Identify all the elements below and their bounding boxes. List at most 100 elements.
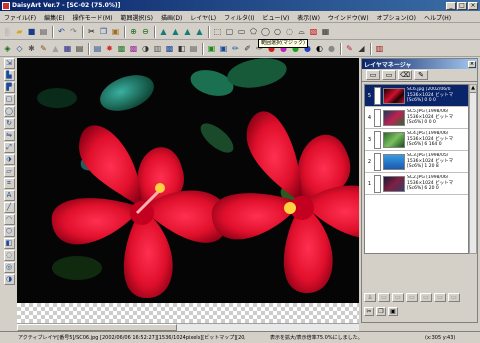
layer-top-icon[interactable]: ▭ — [420, 293, 432, 302]
scroll-thumb[interactable] — [17, 324, 177, 331]
gray-circle-icon[interactable]: ● — [326, 43, 337, 54]
menu-edit[interactable]: 編集(E) — [40, 13, 68, 22]
select-lasso-icon[interactable]: ⌓ — [296, 26, 307, 37]
save-icon[interactable]: ■ — [26, 26, 37, 37]
black-circle-icon[interactable]: ◐ — [314, 43, 325, 54]
layer-row[interactable]: 3 SC4.JPG [1998/06/1536×1024 ビットマ [Sc6%] … — [365, 129, 468, 151]
copy-icon[interactable]: ❐ — [98, 26, 109, 37]
menu-layer[interactable]: レイヤ(L) — [186, 13, 220, 22]
sharpen-icon[interactable]: ◧ — [176, 43, 187, 54]
color-wheel-icon[interactable]: ✸ — [104, 43, 115, 54]
hand-tool-icon[interactable]: ◎ — [3, 262, 15, 273]
layer-row[interactable]: 4 SC5.JPG [1998/06/1536×1024 ビットマ [Sc6%] … — [365, 107, 468, 129]
copy-tool-icon[interactable]: ▛ — [3, 82, 15, 93]
duplicate-layer-icon[interactable]: ▭ — [382, 70, 396, 80]
layer-visibility-toggle[interactable] — [374, 174, 381, 193]
menu-display[interactable]: 表示(W) — [293, 13, 324, 22]
cut-icon[interactable]: ✂ — [86, 26, 97, 37]
layer-down-icon[interactable]: ▭ — [406, 293, 418, 302]
palette-icon[interactable]: ▩ — [116, 43, 127, 54]
zoom-in-icon[interactable]: ⊕ — [128, 26, 139, 37]
menu-options[interactable]: オプション(O) — [373, 13, 420, 22]
open-folder-icon[interactable]: ▰ — [14, 26, 25, 37]
stamp-icon[interactable]: ▲ — [50, 43, 61, 54]
layer-visibility-toggle[interactable] — [374, 108, 381, 127]
ellipse-tool-icon[interactable]: ◯ — [3, 106, 15, 117]
new-layer-icon[interactable]: ▭ — [366, 70, 380, 80]
select-circle-icon[interactable]: ○ — [272, 26, 283, 37]
layer-manager-close-button[interactable]: × — [468, 60, 476, 68]
tools-icon[interactable]: ✱ — [26, 43, 37, 54]
rotate-tool-icon[interactable]: ↻ — [3, 118, 15, 129]
pointer-tool-icon[interactable]: ⇲ — [3, 58, 15, 69]
airbrush-icon[interactable]: ✐ — [242, 43, 253, 54]
select-rect-filled-icon[interactable]: ▢ — [224, 26, 235, 37]
select-clear-icon[interactable]: ▧ — [308, 26, 319, 37]
minimize-button[interactable]: _ — [446, 1, 456, 10]
move-tool-icon[interactable]: ▙ — [3, 70, 15, 81]
scroll-up-icon[interactable]: ▲ — [470, 85, 476, 93]
curve-tool-icon[interactable]: ◠ — [3, 214, 15, 225]
text-tool-icon[interactable]: A — [3, 190, 15, 201]
blur-icon[interactable]: ▤ — [188, 43, 199, 54]
eyedropper-tool-icon[interactable]: ◌ — [3, 250, 15, 261]
menu-window[interactable]: ウインドウ(W) — [324, 13, 373, 22]
rect-tool-icon[interactable]: ▢ — [3, 94, 15, 105]
image-canvas[interactable] — [17, 58, 359, 323]
brightness-icon[interactable]: ▩ — [164, 43, 175, 54]
filter-icon[interactable]: ▥ — [374, 43, 385, 54]
select-poly-icon[interactable]: ⬠ — [248, 26, 259, 37]
magic-wand-icon[interactable]: ▣ — [206, 43, 217, 54]
merge-visible-icon[interactable]: ▭ — [378, 293, 390, 302]
resize-tool-icon[interactable]: ⤢ — [3, 142, 15, 153]
select-rect-icon[interactable]: ⬚ — [212, 26, 223, 37]
layer-row[interactable]: 5 SC6.jpg [2002/06/0 1536×1024 ビットマ [Sc6%]… — [365, 85, 468, 107]
maximize-button[interactable]: □ — [457, 1, 467, 10]
menu-filter[interactable]: フィルタ(I) — [220, 13, 258, 22]
pattern-icon[interactable]: ▦ — [62, 43, 73, 54]
zoom-tool-icon[interactable]: ◑ — [3, 274, 15, 285]
layer-bottom-icon[interactable]: ▭ — [434, 293, 446, 302]
layer-row[interactable]: 2 SC3.JPG [1998/05/1536×1024 ビットマ [Sc6%] … — [365, 151, 468, 173]
print-icon[interactable]: ▤ — [38, 26, 49, 37]
brush-icon[interactable]: ✎ — [38, 43, 49, 54]
layer-blend-icon[interactable]: ◇ — [14, 43, 25, 54]
select-freehand-icon[interactable]: ◌ — [284, 26, 295, 37]
menu-draw[interactable]: 描画(D) — [157, 13, 186, 22]
layer-up-icon[interactable]: ▭ — [392, 293, 404, 302]
hue-icon[interactable]: ▩ — [128, 43, 139, 54]
poly-tool-icon[interactable]: ⬡ — [3, 226, 15, 237]
layer-visibility-toggle[interactable] — [374, 86, 381, 105]
select-rounded-icon[interactable]: ▭ — [236, 26, 247, 37]
layer-row[interactable]: 1 SC2.JPG [1998/06/1536×1024 ビットマ [Sc6%] … — [365, 173, 468, 195]
pencil-icon[interactable]: ✏ — [230, 43, 241, 54]
close-button[interactable]: × — [468, 1, 478, 10]
paste-layer-icon[interactable]: ▣ — [388, 307, 398, 316]
contrast-icon[interactable]: ◑ — [140, 43, 151, 54]
horizontal-scrollbar[interactable] — [17, 323, 359, 331]
gradient-icon[interactable]: ▤ — [92, 43, 103, 54]
flatten-icon[interactable]: ▭ — [448, 293, 460, 302]
undo-icon[interactable]: ↶ — [56, 26, 67, 37]
menu-mode[interactable]: 操作モード(M) — [69, 13, 117, 22]
fill-icon[interactable]: ◢ — [356, 43, 367, 54]
delete-layer-icon[interactable]: ⌫ — [398, 70, 412, 80]
actual-size-icon[interactable]: ▲ — [170, 26, 181, 37]
next-image-icon[interactable]: ▲ — [194, 26, 205, 37]
zoom-out-icon[interactable]: ⊖ — [140, 26, 151, 37]
menu-select[interactable]: 範囲選択(S) — [116, 13, 157, 22]
crop-tool-icon[interactable]: ⌗ — [3, 178, 15, 189]
layer-properties-icon[interactable]: ✎ — [414, 70, 428, 80]
menu-view[interactable]: ビュー(V) — [259, 13, 294, 22]
layer-list-scrollbar[interactable]: ▲ — [469, 84, 477, 254]
select-ellipse-icon[interactable]: ◯ — [260, 26, 271, 37]
line-tool-icon[interactable]: ╱ — [3, 202, 15, 213]
prev-image-icon[interactable]: ▲ — [182, 26, 193, 37]
copy-layer-icon[interactable]: ❐ — [376, 307, 386, 316]
merge-down-icon[interactable]: ⇊ — [364, 293, 376, 302]
levels-icon[interactable]: ▥ — [152, 43, 163, 54]
skew-tool-icon[interactable]: ▱ — [3, 166, 15, 177]
paste-icon[interactable]: ▣ — [110, 26, 121, 37]
warp-tool-icon[interactable]: ⬗ — [3, 154, 15, 165]
redo-icon[interactable]: ↷ — [68, 26, 79, 37]
